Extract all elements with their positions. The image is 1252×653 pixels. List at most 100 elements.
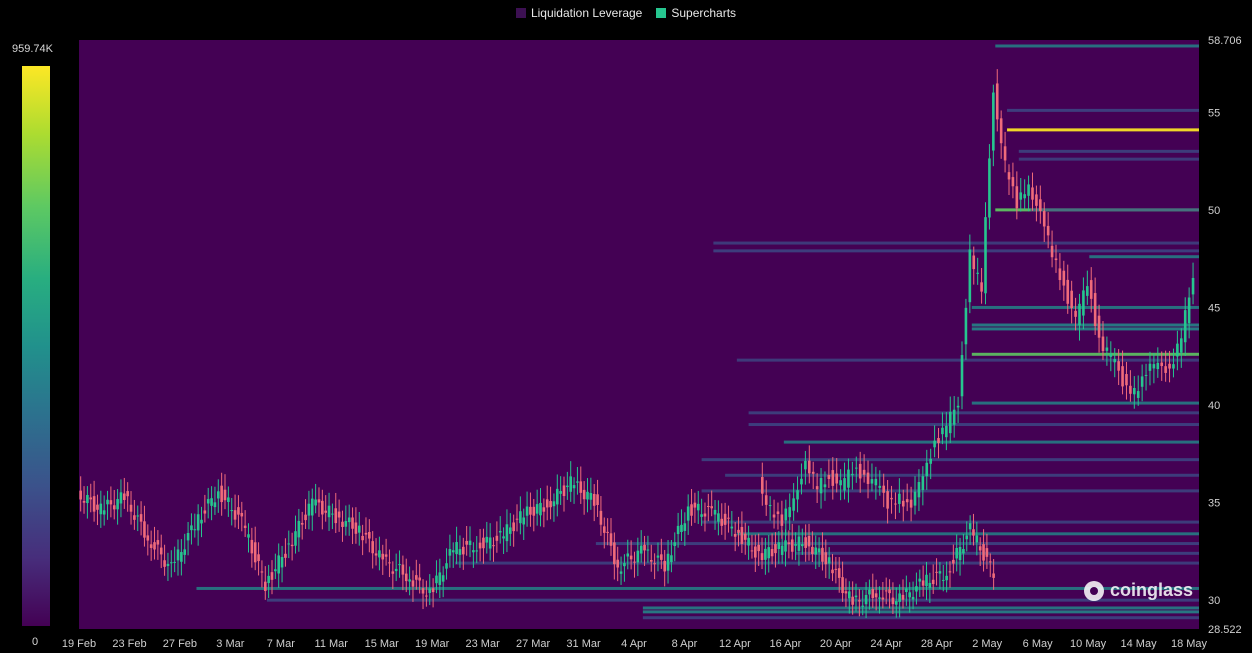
series1-candle-24-3-body (629, 555, 633, 560)
series1-candle-31-6-body (804, 537, 807, 548)
liquidation-heatmap-chart[interactable]: 58.706 55 50 45 40 35 30 28.522 19 Feb 23 Feb 27 … (0, 0, 1252, 653)
series2-candle-37-1-body (1187, 297, 1191, 324)
series2-candle-19-0-body (972, 255, 976, 270)
series2-candle-8-2-body (851, 473, 854, 476)
series1-candle-25-4-body (656, 555, 660, 558)
series1-candle-8-2-body (250, 539, 254, 554)
series1-candle-23-6-body (616, 559, 620, 568)
series1-candle-9-3-body (277, 555, 281, 574)
series2-candle-12-2-body (898, 493, 901, 504)
series1-candle-36-0-body (901, 594, 905, 600)
series2-candle-31-2-body (1121, 366, 1124, 387)
series1-candle-15-4-body (421, 588, 425, 594)
series1-candle-13-5-body (378, 550, 381, 558)
series2-candle-6-1-body (823, 484, 827, 488)
liquidation-level-10 (971, 305, 1199, 309)
series1-candle-12-6-body (357, 525, 361, 533)
series1-candle-32-0-body (807, 535, 811, 547)
series1-candle-11-0-body (314, 499, 317, 506)
y-tick-label: 45 (1208, 302, 1220, 314)
y-tick-label: 58.706 (1208, 35, 1242, 47)
series1-candle-3-2-body (133, 515, 136, 520)
x-tick-label: 27 Mar (516, 638, 551, 650)
series1-candle-10-0-body (290, 544, 294, 547)
series1-candle-5-0-body (173, 561, 176, 563)
series1-candle-38-1-body (952, 559, 955, 564)
series1-candle-25-0-body (643, 544, 646, 551)
series1-candle-7-5-body (237, 507, 240, 515)
series1-candle-34-3-body (864, 594, 868, 605)
liquidation-level-30 (642, 610, 1199, 614)
series2-candle-36-2-body (1179, 338, 1183, 353)
series1-candle-25-1-body (646, 549, 650, 551)
series1-candle-35-6-body (898, 593, 901, 602)
series2-candle-10-0-body (866, 472, 870, 484)
series2-candle-29-0-body (1089, 280, 1093, 299)
series2-candle-21-1-body (999, 118, 1003, 144)
series2-candle-23-2-body (1027, 184, 1030, 196)
series2-candle-5-1-body (811, 471, 815, 474)
plot-background (79, 40, 1199, 629)
series1-candle-24-0-body (619, 571, 623, 574)
series2-candle-21-2-body (1003, 146, 1007, 161)
series1-candle-7-6-body (240, 512, 244, 517)
series1-candle-23-2-body (602, 526, 606, 533)
series2-candle-24-2-body (1039, 199, 1042, 211)
series1-candle-1-6-body (99, 503, 103, 515)
series1-candle-16-2-body (438, 572, 442, 586)
series1-candle-26-5-body (683, 523, 687, 531)
series1-candle-39-1-body (975, 535, 979, 543)
series2-candle-11-1-body (882, 485, 885, 493)
series1-candle-29-5-body (754, 546, 757, 558)
series1-candle-37-0-body (925, 574, 928, 587)
series1-candle-39-6-body (992, 573, 995, 578)
series2-candle-3-1-body (788, 507, 792, 518)
series2-candle-23-1-body (1023, 194, 1026, 199)
series1-candle-29-4-body (750, 550, 754, 552)
series1-candle-9-1-body (270, 572, 274, 580)
series1-candle-27-5-body (707, 506, 710, 508)
x-tick-label: 11 Mar (315, 638, 349, 650)
series2-candle-1-2-body (768, 505, 772, 507)
liquidation-level-1 (1007, 108, 1199, 112)
series2-candle-16-0-body (937, 438, 940, 444)
series1-candle-27-2-body (696, 503, 700, 511)
series1-candle-5-1-body (176, 549, 180, 561)
series1-candle-8-3-body (253, 542, 257, 563)
series1-candle-18-4-body (492, 545, 495, 547)
x-tick-label: 2 May (972, 638, 1002, 650)
series1-candle-2-0-body (102, 510, 106, 515)
x-tick-label: 4 Apr (621, 638, 647, 650)
liquidation-level-6 (1030, 208, 1199, 212)
series1-candle-18-3-body (488, 537, 492, 549)
series2-candle-12-0-body (890, 497, 893, 500)
series1-candle-30-0-body (760, 553, 764, 561)
series2-candle-22-1-body (1011, 177, 1015, 187)
series1-candle-27-1-body (693, 502, 697, 508)
series2-candle-7-0-body (831, 470, 835, 486)
series1-candle-5-4-body (186, 532, 190, 541)
liquidation-level-22 (701, 520, 1199, 524)
series1-candle-33-3-body (841, 577, 844, 594)
series1-candle-6-5-body (213, 502, 217, 508)
series2-candle-34-2-body (1156, 362, 1160, 370)
x-tick-label: 19 Mar (415, 638, 450, 650)
series1-candle-26-6-body (686, 506, 690, 521)
series1-candle-25-2-body (649, 560, 653, 562)
series1-candle-39-0-body (972, 529, 975, 536)
series1-candle-12-5-body (354, 522, 358, 534)
x-tick-label: 28 Apr (921, 638, 953, 650)
x-tick-label: 14 May (1121, 638, 1158, 650)
liquidation-level-8 (713, 249, 1199, 253)
series1-candle-14-2-body (391, 571, 395, 574)
y-axis: 58.706 55 50 45 40 35 30 28.522 (1208, 35, 1242, 636)
series1-candle-3-4-body (139, 514, 143, 522)
series1-candle-37-3-body (935, 571, 938, 573)
series1-candle-11-4-body (327, 505, 331, 518)
liquidation-level-21 (701, 489, 1199, 493)
series1-candle-16-1-body (435, 575, 438, 584)
series1-candle-5-5-body (190, 525, 193, 531)
series1-candle-13-4-body (374, 553, 378, 556)
series1-candle-9-4-body (280, 556, 284, 568)
series1-candle-27-3-body (700, 514, 703, 517)
